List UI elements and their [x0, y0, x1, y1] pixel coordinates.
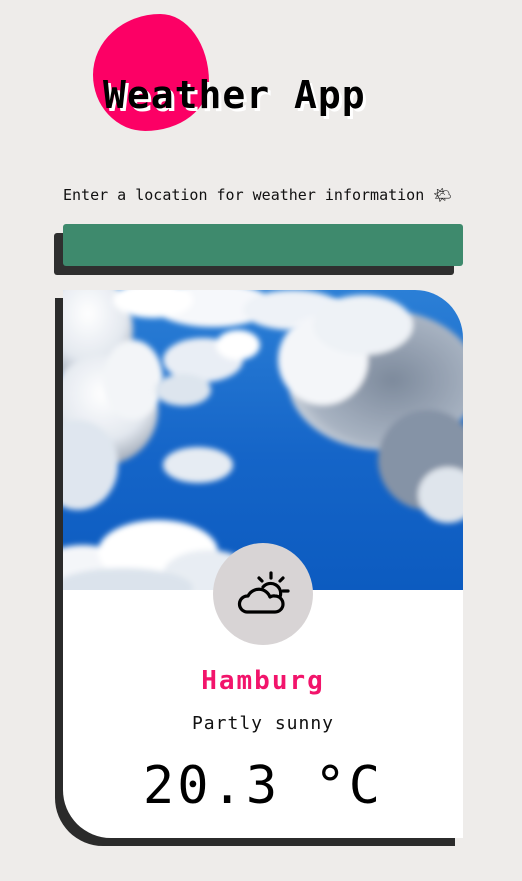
weather-icon-badge [213, 543, 313, 645]
temperature-value: 20.3 °C [142, 756, 384, 816]
weather-card: Hamburg Partly sunny 20.3 °C [63, 290, 463, 838]
location-search-input[interactable] [63, 224, 463, 266]
city-name: Hamburg [201, 666, 325, 696]
app-title: Weather App [103, 73, 366, 117]
weather-description: Partly sunny [191, 713, 335, 734]
partly-sunny-icon [237, 571, 290, 614]
location-prompt: Enter a location for weather information… [63, 186, 453, 204]
